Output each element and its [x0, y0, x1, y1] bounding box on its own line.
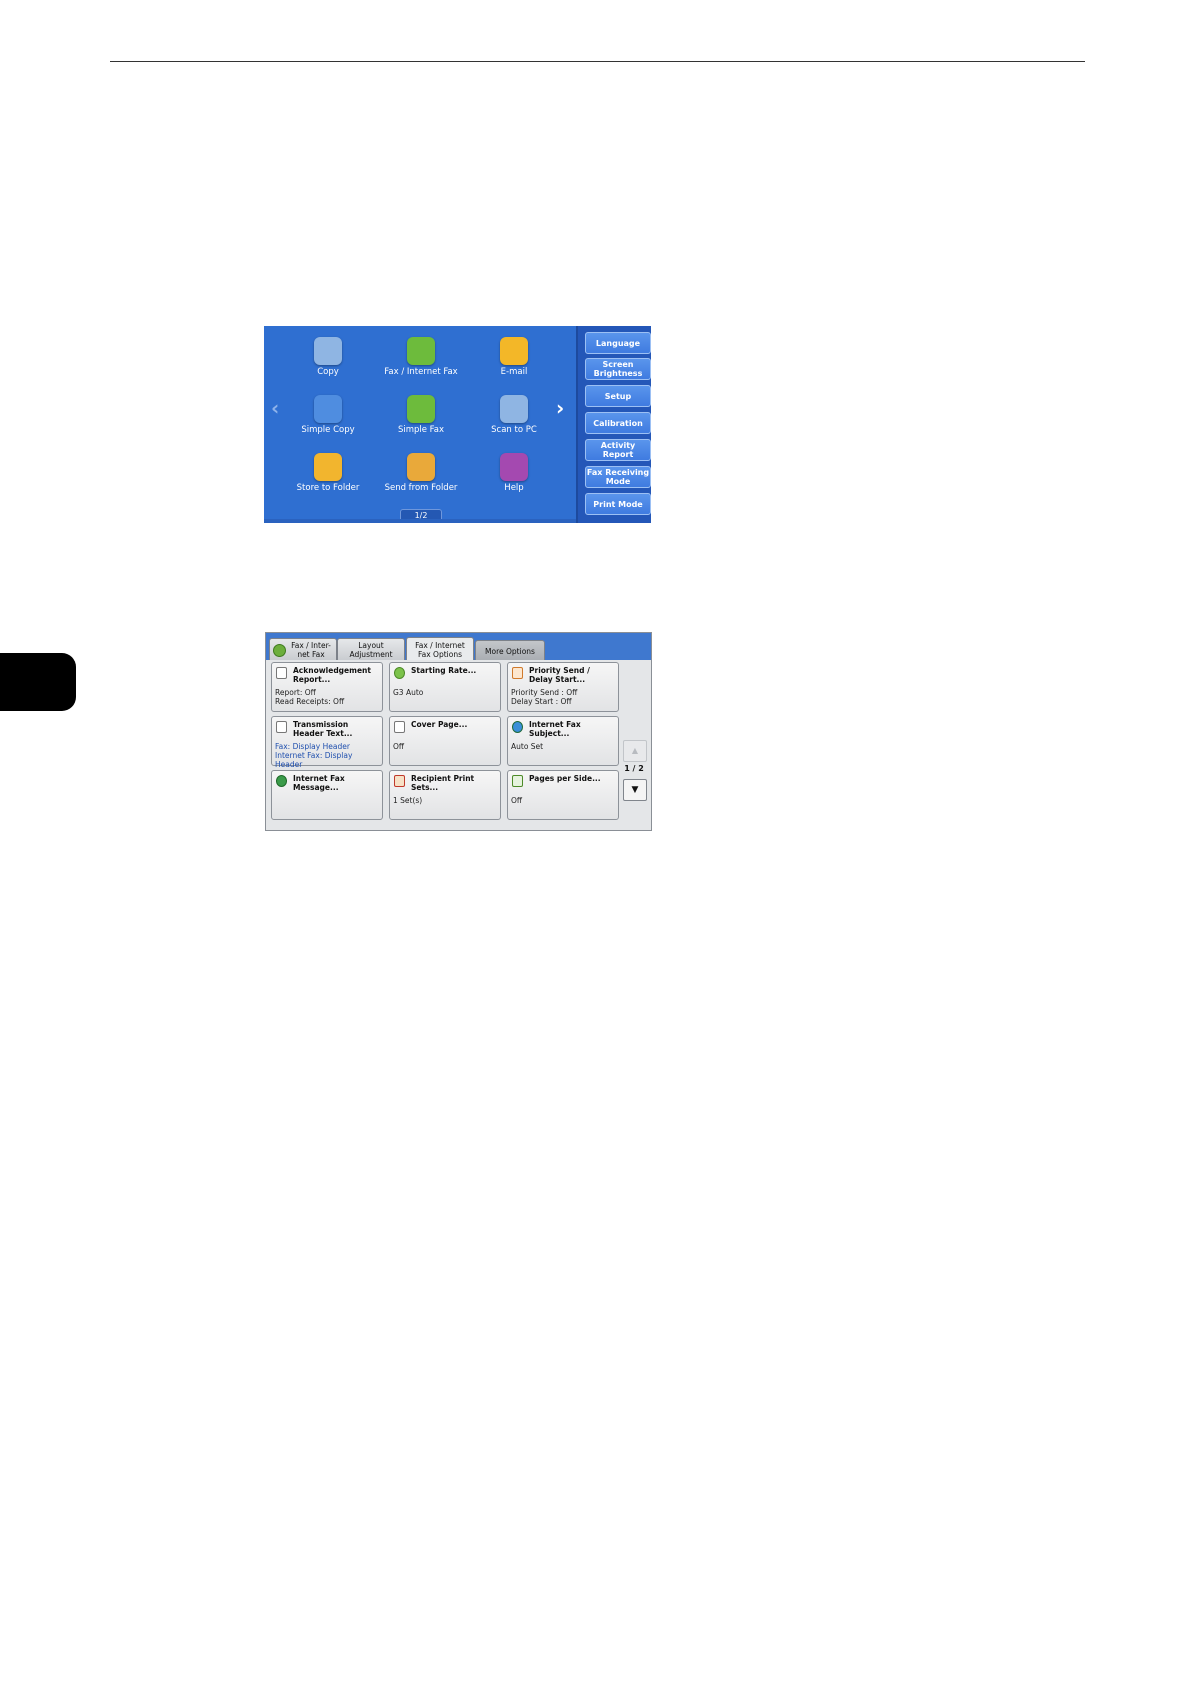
print-sets-icon	[394, 775, 405, 787]
scroll-down-button[interactable]: ▼	[623, 779, 647, 801]
fax-icon	[407, 337, 435, 365]
pages-per-side-button[interactable]: Pages per Side... Off	[507, 770, 619, 820]
rate-icon	[394, 667, 405, 679]
tab-layout-adjustment[interactable]: Layout Adjustment	[337, 638, 405, 661]
app-label: Copy	[317, 367, 339, 377]
pages-per-side-icon	[512, 775, 523, 787]
tab-label: Layout Adjustment	[349, 641, 393, 659]
app-label: E-mail	[500, 367, 528, 377]
tab-fax-internet-fax[interactable]: Fax / Inter- net Fax	[269, 638, 337, 661]
send-from-folder-icon	[407, 453, 435, 481]
cover-page-icon	[394, 721, 405, 733]
app-label: Simple Copy	[301, 425, 355, 435]
scan-to-pc-icon	[500, 395, 528, 423]
starting-rate-button[interactable]: Starting Rate... G3 Auto	[389, 662, 501, 712]
cell-title: Internet Fax Message...	[293, 774, 345, 792]
tab-bar: Fax / Inter- net Fax Layout Adjustment F…	[266, 633, 651, 661]
simple-copy-icon	[314, 395, 342, 423]
transmission-header-text-button[interactable]: Transmission Header Text... Fax: Display…	[271, 716, 383, 769]
app-send-from-folder[interactable]: Send from Folder	[375, 448, 467, 502]
cell-title: Acknowledgement Report...	[293, 666, 371, 684]
cell-value: G3 Auto	[393, 688, 424, 697]
app-simple-copy[interactable]: Simple Copy	[282, 390, 374, 444]
globe-icon	[512, 721, 523, 733]
simple-fax-icon	[407, 395, 435, 423]
activity-report-button[interactable]: Activity Report	[585, 439, 651, 461]
app-label: Fax / Internet Fax	[384, 367, 458, 377]
cell-value: Auto Set	[511, 742, 544, 751]
fax-icon	[273, 643, 286, 657]
tab-label: Fax / Internet Fax Options	[415, 640, 465, 659]
cell-title: Transmission Header Text...	[293, 720, 353, 738]
cell-title: Pages per Side...	[529, 774, 601, 783]
copy-icon	[314, 337, 342, 365]
page-indicator: 1 / 2	[624, 764, 644, 773]
cell-title: Recipient Print Sets...	[411, 774, 475, 792]
tab-fax-internet-fax-options[interactable]: Fax / Internet Fax Options	[406, 637, 474, 661]
side-panel: Language Screen Brightness Setup Calibra…	[576, 326, 651, 523]
language-button[interactable]: Language	[585, 332, 651, 354]
tab-label: Fax / Inter- net Fax	[291, 641, 331, 659]
internet-fax-subject-button[interactable]: Internet Fax Subject... Auto Set	[507, 716, 619, 766]
chevron-left-icon[interactable]: ‹	[271, 398, 279, 418]
cell-title: Priority Send / Delay Start...	[529, 666, 590, 684]
help-icon	[500, 453, 528, 481]
header-text-icon	[276, 721, 287, 733]
recipient-print-sets-button[interactable]: Recipient Print Sets... 1 Set(s)	[389, 770, 501, 820]
app-label: Help	[504, 483, 524, 493]
app-email[interactable]: E-mail	[468, 332, 560, 386]
print-mode-button[interactable]: Print Mode	[585, 493, 651, 515]
app-label: Scan to PC	[491, 425, 537, 435]
app-copy[interactable]: Copy	[282, 332, 374, 386]
app-label: Send from Folder	[384, 483, 458, 493]
header-rule	[110, 61, 1085, 62]
cell-value: 1 Set(s)	[393, 796, 423, 805]
app-store-to-folder[interactable]: Store to Folder	[282, 448, 374, 502]
cell-title: Starting Rate...	[411, 666, 477, 675]
cell-title: Cover Page...	[411, 720, 468, 729]
options-panel: Acknowledgement Report... Report: Off Re…	[266, 660, 651, 830]
screen-brightness-button[interactable]: Screen Brightness	[585, 358, 651, 380]
cell-value: Off	[511, 796, 523, 805]
scroll-up-button[interactable]: ▲	[623, 740, 647, 762]
cell-value: Fax: Display Header Internet Fax: Displa…	[275, 742, 353, 769]
chapter-tab	[0, 653, 76, 711]
cover-page-button[interactable]: Cover Page... Off	[389, 716, 501, 766]
email-icon	[500, 337, 528, 365]
app-label: Store to Folder	[296, 483, 360, 493]
internet-fax-message-button[interactable]: Internet Fax Message...	[271, 770, 383, 820]
chevron-right-icon[interactable]: ›	[556, 398, 564, 418]
app-fax-internet-fax[interactable]: Fax / Internet Fax	[375, 332, 467, 386]
app-simple-fax[interactable]: Simple Fax	[375, 390, 467, 444]
cell-value: Priority Send : Off Delay Start : Off	[511, 688, 578, 706]
app-grid: Copy Fax / Internet Fax E-mail Simple Co…	[264, 326, 576, 523]
folder-icon	[314, 453, 342, 481]
cell-title: Internet Fax Subject...	[529, 720, 581, 738]
fax-options-screen: Fax / Inter- net Fax Layout Adjustment F…	[265, 632, 652, 831]
globe-icon	[276, 775, 287, 787]
tab-label: More Options	[485, 646, 535, 656]
calibration-button[interactable]: Calibration	[585, 412, 651, 434]
app-help[interactable]: Help	[468, 448, 560, 502]
app-label: Simple Fax	[397, 425, 445, 435]
setup-button[interactable]: Setup	[585, 385, 651, 407]
priority-send-delay-start-button[interactable]: Priority Send / Delay Start... Priority …	[507, 662, 619, 712]
priority-icon	[512, 667, 523, 679]
home-screen: Copy Fax / Internet Fax E-mail Simple Co…	[264, 326, 651, 523]
cell-value: Off	[393, 742, 405, 751]
cell-value: Report: Off Read Receipts: Off	[275, 688, 345, 706]
tab-more-options[interactable]: More Options	[475, 640, 545, 661]
acknowledgement-report-button[interactable]: Acknowledgement Report... Report: Off Re…	[271, 662, 383, 712]
fax-receiving-mode-button[interactable]: Fax Receiving Mode	[585, 466, 651, 488]
app-scan-to-pc[interactable]: Scan to PC	[468, 390, 560, 444]
report-icon	[276, 667, 287, 679]
bottom-bar	[264, 519, 576, 523]
